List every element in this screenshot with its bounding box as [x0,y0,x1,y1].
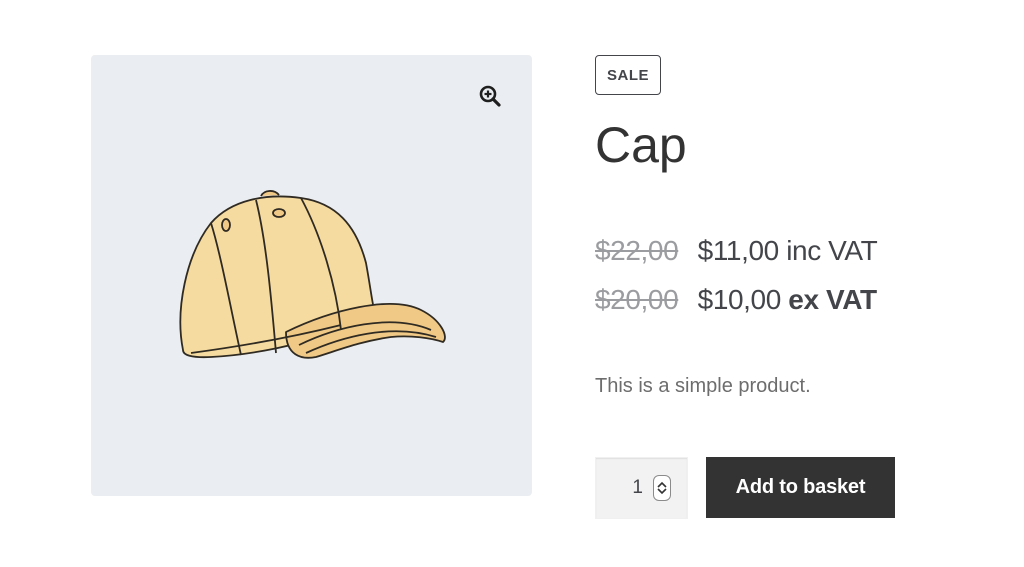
add-to-basket-button[interactable]: Add to basket [706,457,895,518]
quantity-stepper[interactable] [653,475,671,501]
quantity-value: 1 [632,477,643,498]
zoom-in-icon [479,85,501,107]
price-inc-vat: $22,00 $11,00 inc VAT [595,235,878,267]
cap-image[interactable] [91,55,532,496]
current-price: $10,00 [697,284,782,315]
old-price: $20,00 [595,284,679,315]
price-suffix: inc VAT [786,235,878,266]
product-title: Cap [595,117,687,173]
chevron-down-icon[interactable] [657,488,667,495]
product-gallery [91,55,532,496]
chevron-up-icon[interactable] [657,481,667,488]
sale-badge: SALE [595,55,661,95]
product-description: This is a simple product. [595,375,811,397]
current-price: $11,00 [697,235,780,266]
price-ex-vat: $20,00 $10,00 ex VAT [595,284,877,316]
old-price: $22,00 [595,235,679,266]
zoom-button[interactable] [470,76,510,116]
price-suffix: ex VAT [788,284,877,315]
quantity-input[interactable]: 1 [595,457,688,519]
